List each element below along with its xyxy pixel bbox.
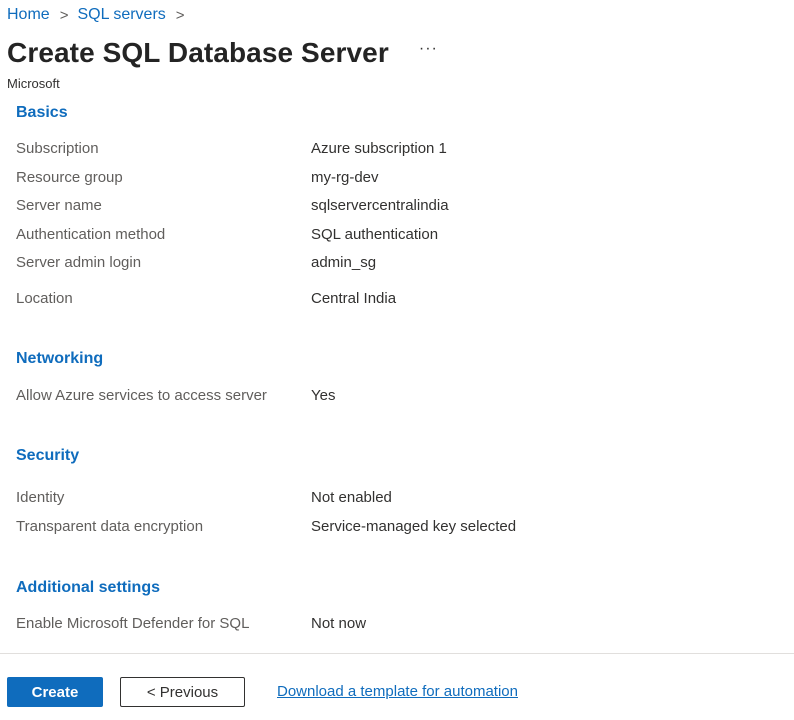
summary-row: Subscription Azure subscription 1: [16, 140, 716, 160]
row-value: Not enabled: [311, 489, 392, 506]
summary-row: Authentication method SQL authentication: [16, 226, 716, 246]
row-value: Not now: [311, 615, 367, 632]
row-value: Service-managed key selected: [311, 518, 517, 535]
breadcrumb-sql-servers-link[interactable]: SQL servers: [77, 6, 165, 24]
summary-row: Server name sqlservercentralindia: [16, 197, 716, 217]
row-label: Allow Azure services to access server: [16, 387, 267, 404]
row-label: Resource group: [16, 169, 123, 186]
section-title-basics: Basics: [16, 104, 68, 121]
section-title-security: Security: [16, 447, 80, 464]
row-label: Location: [16, 290, 73, 307]
footer-divider: [0, 653, 794, 654]
row-value: admin_sg: [311, 254, 377, 271]
publisher-label: Microsoft: [7, 76, 60, 91]
summary-row: Resource group my-rg-dev: [16, 169, 716, 189]
more-options-icon[interactable]: ···: [419, 40, 438, 58]
chevron-right-icon: >: [59, 6, 69, 24]
breadcrumb-home-link[interactable]: Home: [7, 6, 50, 24]
section-title-additional-settings: Additional settings: [16, 579, 160, 596]
summary-row: Allow Azure services to access server Ye…: [16, 387, 716, 407]
summary-row: Transparent data encryption Service-mana…: [16, 518, 716, 538]
row-value: SQL authentication: [311, 226, 439, 243]
row-label: Enable Microsoft Defender for SQL: [16, 615, 250, 632]
row-label: Transparent data encryption: [16, 518, 204, 535]
summary-row: Enable Microsoft Defender for SQL Not no…: [16, 615, 716, 635]
row-value: my-rg-dev: [311, 169, 379, 186]
row-value: Azure subscription 1: [311, 140, 447, 157]
previous-button[interactable]: < Previous: [120, 677, 245, 707]
chevron-right-icon: >: [175, 6, 185, 24]
row-value: sqlservercentralindia: [311, 197, 449, 214]
row-value: Yes: [311, 387, 336, 404]
download-template-link[interactable]: Download a template for automation: [277, 683, 518, 700]
summary-row: Server admin login admin_sg: [16, 254, 716, 274]
row-label: Authentication method: [16, 226, 166, 243]
title-row: Create SQL Database Server ···: [7, 37, 438, 69]
review-create-page: Home > SQL servers > Create SQL Database…: [0, 0, 794, 720]
summary-row: Identity Not enabled: [16, 489, 716, 509]
summary-row: Location Central India: [16, 290, 716, 310]
section-title-networking: Networking: [16, 350, 104, 367]
row-label: Server name: [16, 197, 102, 214]
row-value: Central India: [311, 290, 397, 307]
page-title: Create SQL Database Server: [7, 37, 389, 68]
row-label: Server admin login: [16, 254, 142, 271]
row-label: Identity: [16, 489, 65, 506]
row-label: Subscription: [16, 140, 99, 157]
create-button[interactable]: Create: [7, 677, 103, 707]
breadcrumb: Home > SQL servers >: [7, 6, 194, 24]
